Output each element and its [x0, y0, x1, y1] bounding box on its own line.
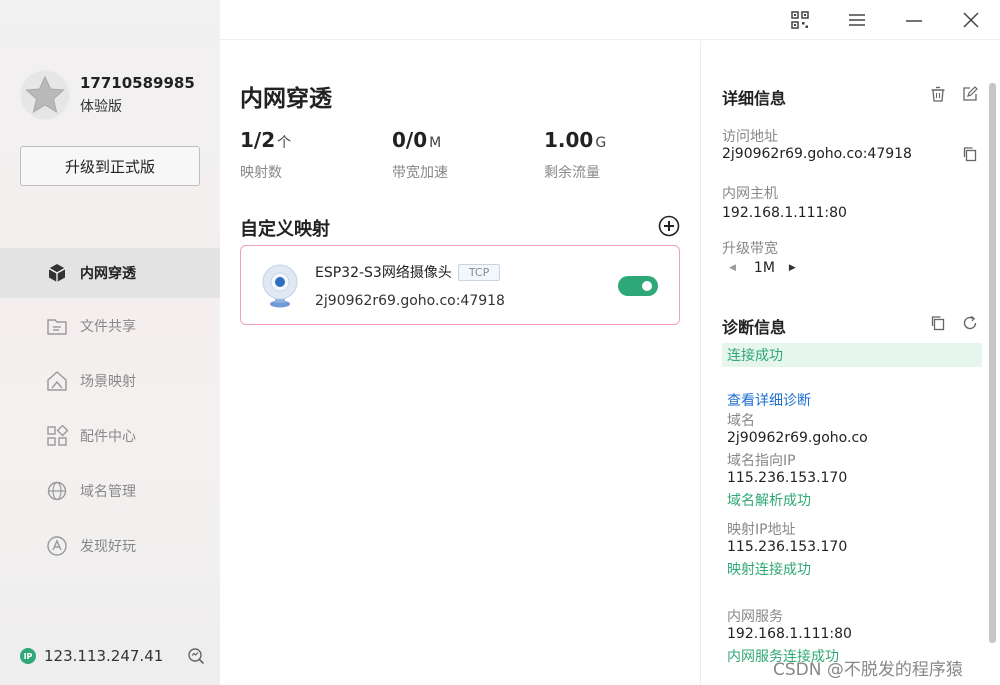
stat-value: 1.00 [544, 128, 594, 152]
user-profile: 17710589985 体验版 [20, 70, 195, 120]
sidebar-item-label: 场景映射 [80, 373, 136, 390]
mapped-ip-label: 映射IP地址 [727, 522, 796, 538]
sidebar-item-label: 发现好玩 [80, 538, 136, 555]
mapping-address: 2j90962r69.goho.co:47918 [315, 293, 505, 309]
sidebar-item-label: 配件中心 [80, 428, 136, 445]
stat-label: 带宽加速 [392, 165, 448, 181]
edit-icon[interactable] [962, 86, 978, 102]
detail-title: 详细信息 [722, 89, 787, 108]
apps-grid-icon [46, 424, 68, 447]
decrease-arrow-icon[interactable]: ◀ [729, 263, 736, 273]
sidebar-item-label: 内网穿透 [80, 266, 136, 282]
bandwidth-value: 1M [753, 260, 775, 276]
sidebar-item-discover[interactable]: 发现好玩 [0, 518, 220, 573]
domain-ip-label: 域名指向IP [727, 453, 796, 469]
domain-ip-status: 域名解析成功 [727, 493, 811, 509]
service-label: 内网服务 [727, 609, 783, 625]
stat-unit: 个 [277, 135, 292, 151]
main-panel: 内网穿透 1/2 个 映射数 0/0 M 带宽加速 1.00 G 剩余流量 自定义映射… [220, 41, 700, 685]
sidebar-nav: 内网穿透 文件共享 场景映射 配件中心 域名管理 发现好玩 [0, 248, 220, 573]
ip-badge-icon: IP [20, 648, 36, 664]
mapping-name: ESP32-S3网络摄像头 [315, 265, 452, 281]
detail-panel: 详细信息 访问地址 2j90962r69.goho.co:47918 内网主机 … [700, 41, 1000, 685]
stat-unit: G [595, 135, 607, 151]
page-title: 内网穿透 [240, 86, 332, 112]
stat-unit: M [429, 135, 442, 151]
public-ip: 123.113.247.41 [44, 647, 164, 665]
domain-ip-value: 115.236.153.170 [727, 470, 848, 486]
sidebar-item-accessories[interactable]: 配件中心 [0, 408, 220, 463]
scene-icon [46, 370, 68, 392]
qr-code-icon[interactable] [790, 10, 810, 30]
sidebar-item-file-share[interactable]: 文件共享 [0, 298, 220, 353]
mapping-card[interactable]: ESP32-S3网络摄像头 TCP 2j90962r69.goho.co:479… [240, 245, 680, 325]
refresh-ip-icon[interactable] [187, 647, 205, 665]
close-icon[interactable] [961, 10, 981, 30]
domain-label: 域名 [727, 413, 755, 429]
stat-mappings: 1/2 个 映射数 [240, 128, 291, 182]
upgrade-bandwidth-label: 升级带宽 [722, 241, 778, 257]
access-address-label: 访问地址 [722, 129, 778, 145]
mapping-enable-toggle[interactable] [618, 276, 658, 296]
domain-value: 2j90962r69.goho.co [727, 430, 868, 446]
stat-value: 1/2 [240, 128, 276, 152]
sidebar: 17710589985 体验版 升级到正式版 内网穿透 文件共享 场景映射 配件… [0, 0, 220, 685]
sidebar-item-label: 域名管理 [80, 483, 136, 500]
intranet-host-value: 192.168.1.111:80 [722, 205, 847, 221]
watermark: CSDN @不脱发的程序猿 [773, 660, 963, 680]
sidebar-item-label: 文件共享 [80, 318, 136, 335]
connection-status: 连接成功 [722, 343, 982, 367]
intranet-host-label: 内网主机 [722, 186, 778, 202]
upgrade-button[interactable]: 升级到正式版 [20, 146, 200, 186]
service-value: 192.168.1.111:80 [727, 626, 852, 642]
cube-icon [46, 262, 68, 284]
minimize-icon[interactable] [904, 10, 924, 30]
diagnosis-title: 诊断信息 [722, 318, 787, 337]
stat-label: 剩余流量 [544, 165, 600, 181]
section-title: 自定义映射 [240, 219, 330, 240]
mapped-ip-status: 映射连接成功 [727, 562, 811, 578]
mapped-ip-value: 115.236.153.170 [727, 539, 848, 555]
webcam-icon [262, 264, 298, 308]
sidebar-item-domain[interactable]: 域名管理 [0, 463, 220, 518]
sidebar-item-intranet[interactable]: 内网穿透 [0, 248, 220, 298]
copy-diagnosis-icon[interactable] [930, 315, 946, 331]
folder-icon [46, 315, 68, 337]
stat-traffic: 1.00 G 剩余流量 [544, 128, 606, 182]
add-mapping-icon[interactable] [658, 215, 680, 237]
stat-label: 映射数 [240, 165, 282, 181]
discover-icon [46, 535, 68, 557]
copy-icon[interactable] [962, 146, 978, 162]
title-bar [220, 0, 1000, 40]
bandwidth-stepper: ◀ 1M ▶ [729, 260, 796, 276]
sidebar-item-scene[interactable]: 场景映射 [0, 353, 220, 408]
user-phone: 17710589985 [80, 74, 195, 92]
scrollbar[interactable] [989, 83, 996, 643]
protocol-badge: TCP [457, 263, 501, 281]
access-address-value: 2j90962r69.goho.co:47918 [722, 146, 912, 162]
menu-icon[interactable] [847, 10, 867, 30]
stat-bandwidth: 0/0 M 带宽加速 [392, 128, 448, 182]
stat-value: 0/0 [392, 128, 428, 152]
trash-icon[interactable] [930, 86, 946, 102]
refresh-icon[interactable] [962, 315, 978, 331]
view-diagnosis-link[interactable]: 查看详细诊断 [727, 390, 811, 410]
domain-icon [46, 480, 68, 502]
avatar-star-icon[interactable] [20, 70, 70, 120]
user-edition: 体验版 [80, 99, 122, 115]
increase-arrow-icon[interactable]: ▶ [789, 263, 796, 273]
public-ip-footer: IP 123.113.247.41 [20, 647, 205, 665]
